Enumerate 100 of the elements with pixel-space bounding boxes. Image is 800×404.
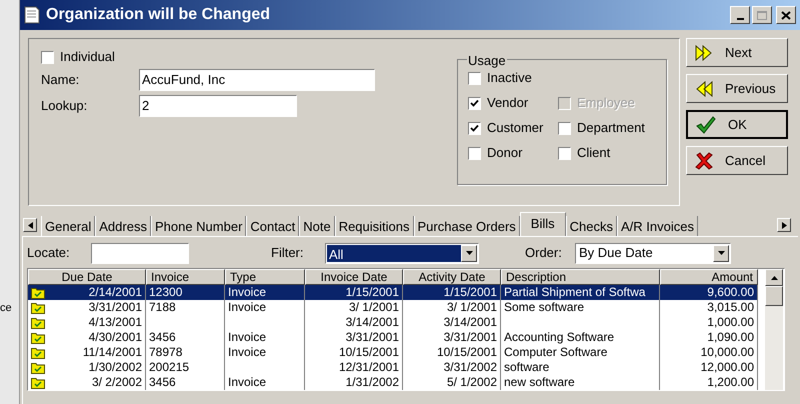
double-right-arrow-icon	[695, 44, 713, 60]
table-cell: software	[504, 360, 550, 375]
column-header[interactable]: Invoice	[146, 269, 225, 285]
table-cell: Partial Shipment of Softwa	[504, 285, 646, 300]
tab[interactable]: Requisitions	[334, 216, 414, 236]
folder-check-icon	[31, 302, 45, 314]
folder-check-icon	[31, 346, 45, 358]
order-dropdown[interactable]: By Due Date	[575, 242, 731, 264]
table-cell: Computer Software	[504, 345, 608, 360]
column-header[interactable]: Description	[501, 269, 660, 285]
table-row[interactable]: 3/ 2/2002 3456 Invoice 1/31/2002 5/ 1/2002 new software 1,200.00	[28, 375, 758, 390]
dialog-button[interactable]: Next	[686, 38, 788, 67]
checkbox[interactable]	[468, 96, 481, 110]
table-cell: 12300	[149, 285, 182, 300]
table-cell: 3/31/2001	[444, 330, 497, 345]
tab[interactable]: A/R Invoices	[616, 216, 698, 236]
tab[interactable]: Note	[299, 216, 335, 236]
checkbox[interactable]	[468, 122, 481, 134]
close-icon	[781, 10, 791, 20]
table-cell: 3/14/2001	[346, 315, 399, 330]
scroll-up-button[interactable]	[765, 269, 783, 286]
filter-dropdown[interactable]: All	[325, 242, 479, 264]
table-cell: 12,000.00	[700, 360, 754, 375]
table-row[interactable]: 2/14/2001 12300 Invoice 1/15/2001 1/15/2001 Partial Shipment of Softwa 9,600.00	[28, 285, 758, 300]
scroll-thumb[interactable]	[765, 286, 783, 306]
tab[interactable]: Checks	[566, 216, 617, 236]
table-cell: 3,015.00	[707, 300, 754, 315]
table-cell: Invoice	[228, 285, 266, 300]
checkbox[interactable]	[468, 72, 481, 84]
column-header[interactable]: Invoice Date	[305, 269, 403, 285]
double-left-arrow-icon	[695, 80, 713, 96]
checkbox-label: Client	[577, 144, 610, 162]
table-cell: 3/ 1/2001	[446, 300, 497, 315]
table-row[interactable]: 4/13/2001 3/14/2001 3/14/2001 1,000.00	[28, 315, 758, 330]
tab-scroll-left-button[interactable]	[23, 218, 37, 232]
dialog-button[interactable]: OK	[686, 110, 788, 139]
table-cell: 1/30/2002	[88, 360, 142, 375]
column-header[interactable]: Activity Date	[403, 269, 501, 285]
background-text: ce	[0, 300, 13, 316]
checkbox[interactable]	[468, 146, 481, 160]
table-cell: 3/31/2002	[444, 360, 497, 375]
table-row[interactable]: 11/14/2001 78978 Invoice 10/15/2001 10/15/2001 Computer Software 10,000.00	[28, 345, 758, 360]
column-header[interactable]: Type	[225, 269, 305, 285]
table-cell: 3456	[149, 330, 176, 345]
table-row[interactable]: 4/30/2001 3456 Invoice 3/31/2001 3/31/2001 Accounting Software 1,090.00	[28, 330, 758, 345]
field-label: Locate:	[27, 244, 71, 262]
tab[interactable]: Bills	[520, 212, 566, 236]
checkbox-label: Inactive	[487, 69, 532, 88]
table-cell: 200215	[149, 360, 190, 375]
table-cell: 1/15/2001	[346, 285, 399, 300]
table-cell: 2/14/2001	[88, 285, 142, 300]
tab-scroll-right-button[interactable]	[777, 218, 791, 232]
checkbox-label: Donor	[487, 144, 522, 162]
table-row[interactable]: 3/31/2001 7188 Invoice 3/ 1/2001 3/ 1/2001 Some software 3,015.00	[28, 300, 758, 315]
table-cell: 1,000.00	[707, 315, 754, 330]
field-label: Order:	[525, 244, 563, 262]
checkbox[interactable]	[558, 146, 571, 160]
table-cell: Accounting Software	[504, 330, 614, 345]
checkbox[interactable]	[558, 122, 571, 134]
table-cell: 4/13/2001	[88, 315, 142, 330]
field-label: Filter:	[271, 244, 304, 262]
checkmark-icon	[696, 116, 716, 134]
tab[interactable]: General	[41, 216, 96, 236]
text-field[interactable]: AccuFund, Inc	[139, 69, 375, 91]
maximize-button[interactable]	[752, 6, 772, 24]
tab[interactable]: Contact	[246, 216, 300, 236]
left-triangle-icon	[28, 222, 32, 228]
dialog-button[interactable]: Previous	[686, 74, 788, 103]
caret-icon	[466, 251, 472, 255]
table-cell: 7188	[149, 300, 176, 315]
locate-field[interactable]	[91, 242, 189, 264]
document-icon	[24, 6, 40, 24]
table-cell: 11/14/2001	[82, 345, 142, 360]
close-button[interactable]	[776, 6, 796, 24]
up-triangle-icon	[770, 276, 778, 280]
tab[interactable]: Address	[95, 216, 151, 236]
dialog-button[interactable]: Cancel	[686, 146, 788, 175]
minimize-button[interactable]	[730, 6, 750, 24]
table-row[interactable]: 1/30/2002 200215 12/31/2001 3/31/2002 software 12,000.00	[28, 360, 758, 375]
text-field[interactable]: 2	[139, 95, 297, 117]
table-cell: Invoice	[228, 345, 266, 360]
table-cell: Some software	[504, 300, 584, 315]
table-cell: new software	[504, 375, 575, 390]
column-header[interactable]: Due Date	[28, 269, 146, 285]
table-cell: 1/15/2001	[444, 285, 497, 300]
column-header[interactable]: Amount	[660, 269, 758, 285]
table-cell: 1,090.00	[707, 330, 754, 345]
table-cell: 5/ 1/2002	[446, 375, 497, 390]
field-label: Lookup:	[41, 97, 88, 116]
folder-check-icon	[31, 286, 45, 298]
table-cell: 9,600.00	[707, 285, 754, 300]
table-cell: 4/30/2001	[88, 330, 142, 345]
table-cell: 3/14/2001	[444, 315, 497, 330]
table-cell: Invoice	[228, 330, 266, 345]
checkbox[interactable]	[41, 50, 54, 64]
table-cell: Invoice	[228, 300, 266, 315]
caret-icon	[718, 251, 724, 255]
field-label: Name:	[41, 71, 80, 90]
tab[interactable]: Phone Number	[150, 216, 246, 236]
table-cell: 3456	[149, 375, 176, 390]
